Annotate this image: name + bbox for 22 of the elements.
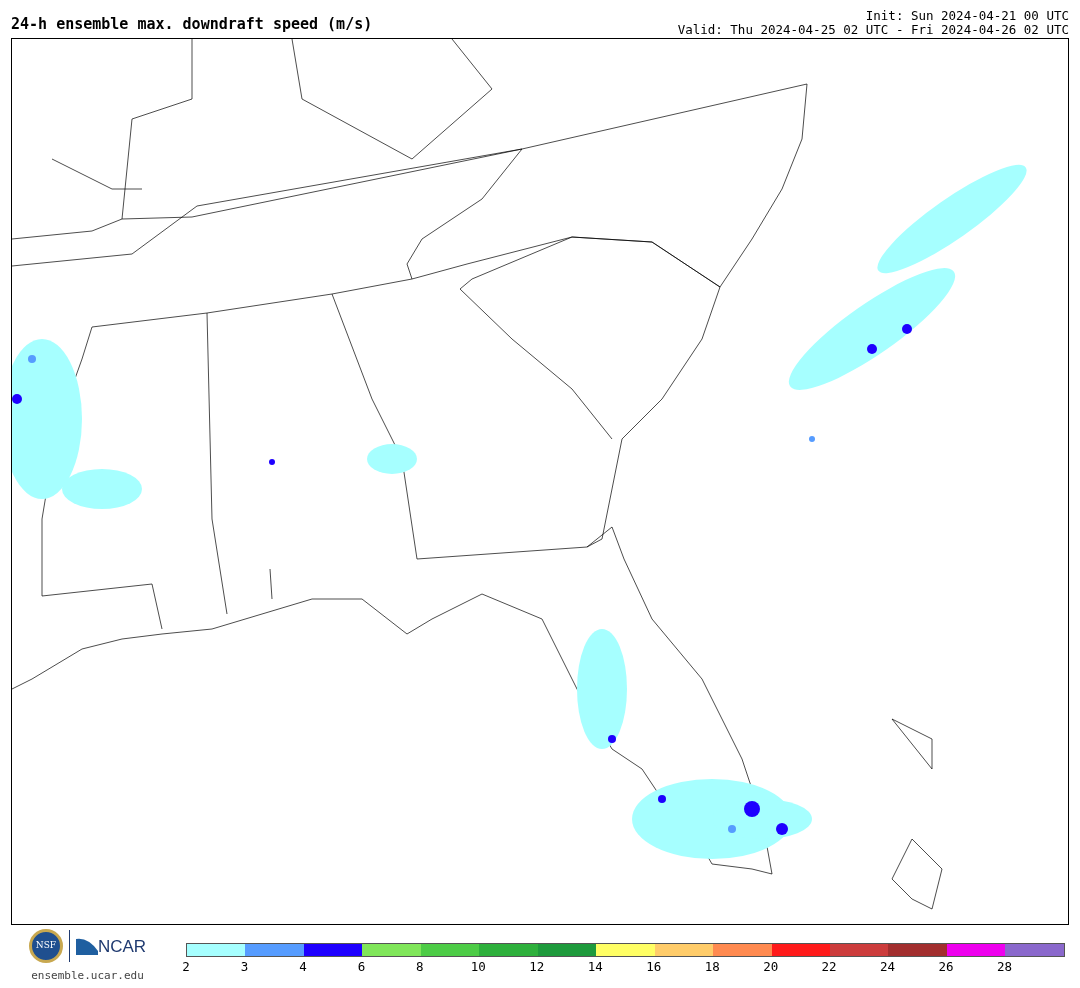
tick-label: 28 (997, 961, 1013, 974)
init-time: Init: Sun 2024-04-21 00 UTC (865, 9, 1069, 23)
tick-label: 22 (821, 961, 837, 974)
tick-label: 2 (182, 961, 190, 974)
tick-label: 8 (416, 961, 424, 974)
tick-label: 12 (529, 961, 545, 974)
tick-label: 26 (938, 961, 954, 974)
ncar-logo-icon (75, 937, 98, 955)
tick-label: 6 (357, 961, 366, 974)
ncar-logo: NCAR (97, 938, 147, 955)
tick-label: 10 (470, 961, 486, 974)
valid-time: Valid: Thu 2024-04-25 02 UTC - Fri 2024-04-26 02 UTC (677, 23, 1069, 37)
tick-label: 20 (763, 961, 779, 974)
tick-label: 4 (299, 961, 307, 974)
tick-label: 14 (587, 961, 603, 974)
chart-title: 24-h ensemble max. downdraft speed (m/s) (11, 17, 373, 35)
tick-label: 16 (646, 961, 662, 974)
tick-label: 24 (880, 961, 896, 974)
nsf-logo: NSF (28, 929, 63, 963)
website-url: ensemble.ucar.edu (31, 968, 144, 984)
tick-label: 3 (240, 961, 249, 974)
tick-label: 18 (704, 961, 720, 974)
